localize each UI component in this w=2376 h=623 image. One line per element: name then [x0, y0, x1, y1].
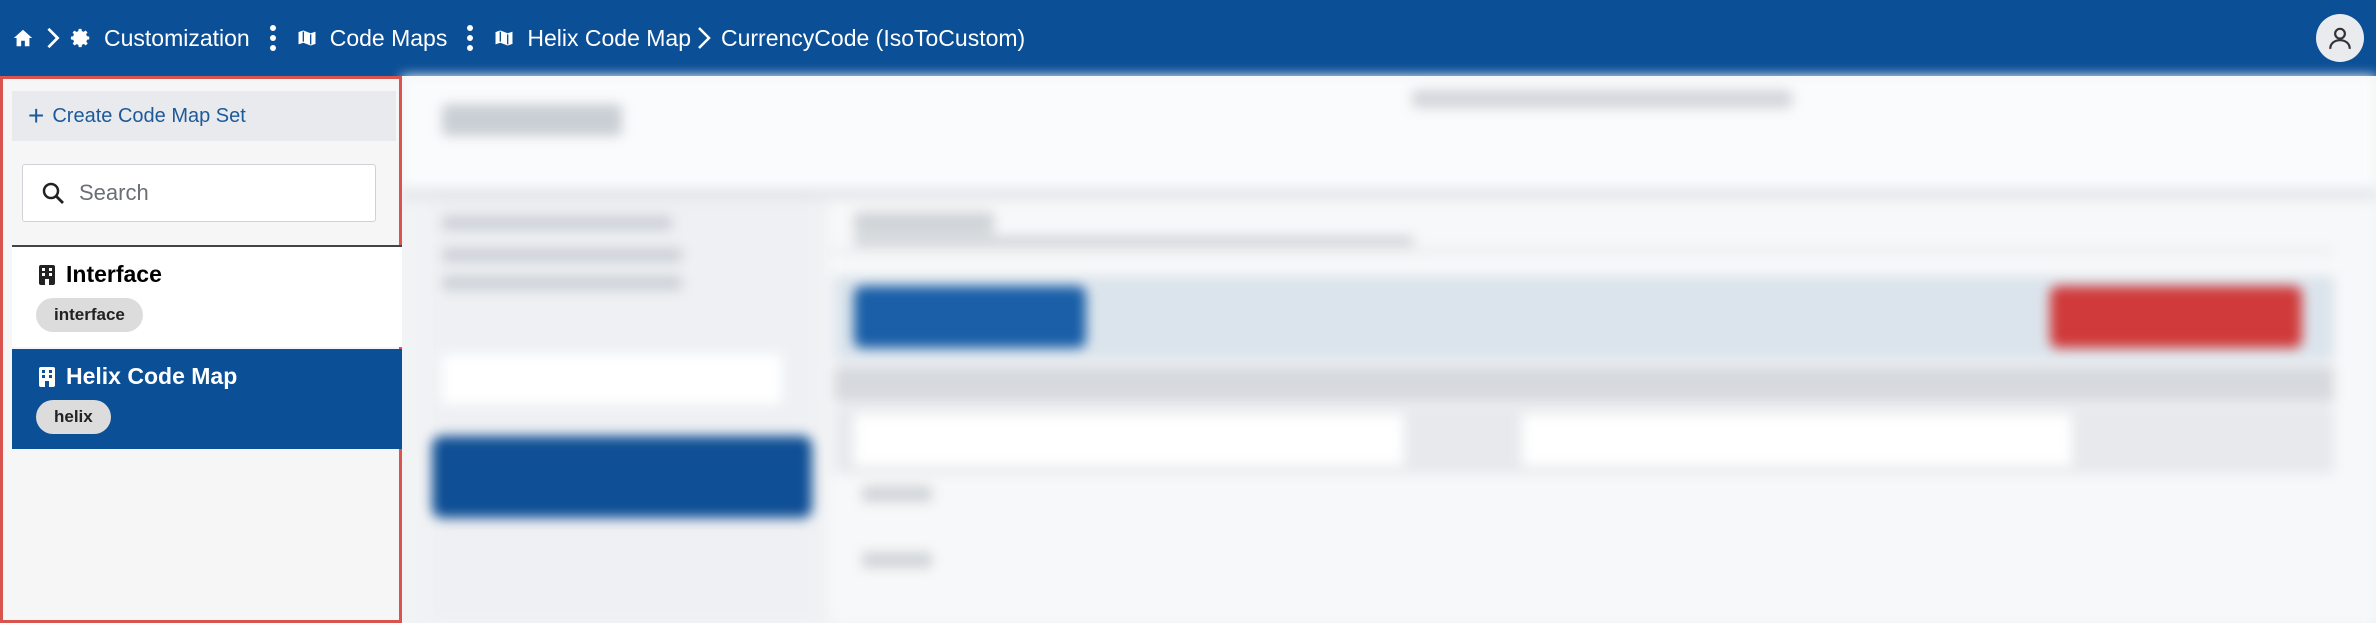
more-vertical-icon[interactable]	[269, 25, 276, 51]
blurred-main-content	[402, 76, 2376, 623]
create-code-map-set-button[interactable]: + Create Code Map Set	[12, 91, 396, 141]
search-icon	[42, 182, 64, 204]
gear-icon	[70, 27, 92, 49]
list-item-helix-code-map[interactable]: Helix Code Map helix	[12, 349, 402, 449]
breadcrumb-helix-code-map[interactable]: Helix Code Map	[527, 25, 691, 52]
building-icon	[38, 366, 56, 388]
more-vertical-icon[interactable]	[467, 25, 474, 51]
building-icon	[38, 264, 56, 286]
breadcrumb-customization[interactable]: Customization	[104, 25, 250, 52]
list-item-title: Interface	[66, 261, 162, 287]
search-input[interactable]	[79, 180, 349, 206]
tag-badge: helix	[36, 400, 111, 434]
tag-badge: interface	[36, 298, 143, 332]
top-navigation-bar: Customization Code Maps Helix Code Map C…	[0, 0, 2376, 76]
list-item-interface[interactable]: Interface interface	[12, 247, 402, 347]
breadcrumb: Customization Code Maps Helix Code Map C…	[12, 25, 1025, 52]
user-icon	[2329, 27, 2351, 49]
search-field[interactable]	[22, 164, 376, 222]
user-avatar[interactable]	[2316, 14, 2364, 62]
create-code-map-set-label: Create Code Map Set	[52, 104, 246, 127]
map-icon	[493, 27, 515, 49]
home-icon[interactable]	[12, 27, 34, 49]
breadcrumb-code-maps[interactable]: Code Maps	[330, 25, 448, 52]
chevron-right-icon	[46, 27, 60, 49]
breadcrumb-current: CurrencyCode (IsoToCustom)	[721, 24, 1026, 51]
plus-icon: +	[28, 100, 45, 131]
map-icon	[296, 27, 318, 49]
list-item-title: Helix Code Map	[66, 363, 238, 389]
code-map-set-sidebar: + Create Code Map Set Interface interfac…	[0, 76, 402, 623]
chevron-right-icon	[697, 25, 711, 51]
